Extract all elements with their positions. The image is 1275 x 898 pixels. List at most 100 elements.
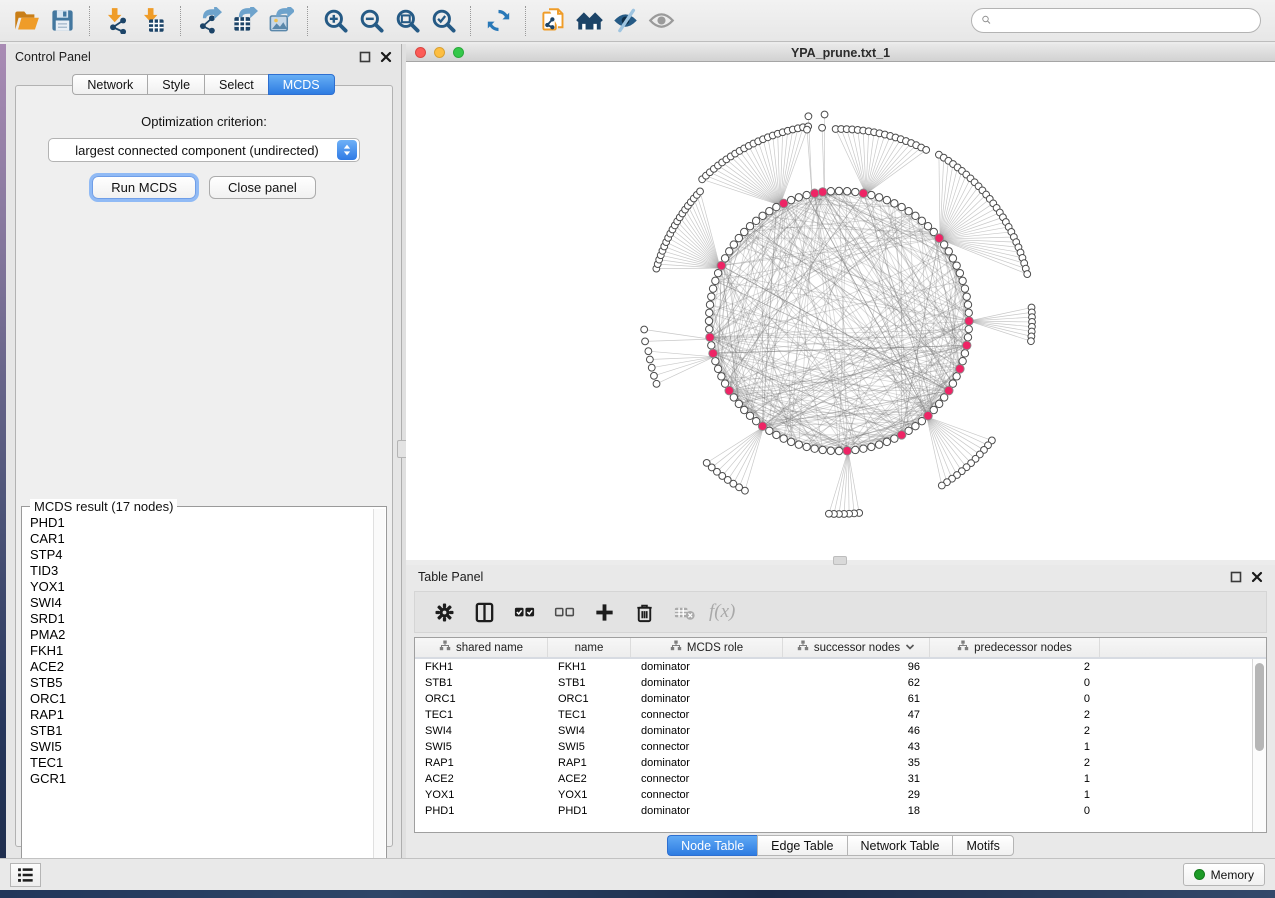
cybrowser-button[interactable] [571,3,607,39]
hide-selected-button[interactable] [607,3,643,39]
graph-node[interactable] [708,342,715,349]
graph-node[interactable] [773,203,780,210]
graph-node[interactable] [706,301,713,308]
graph-node[interactable] [718,373,725,380]
graph-node[interactable] [827,188,834,195]
mcds-result-item[interactable]: STP4 [30,547,372,563]
mcds-result-item[interactable]: YOX1 [30,579,372,595]
graph-node[interactable] [883,196,890,203]
graph-node[interactable] [741,228,748,235]
graph-node[interactable] [706,309,713,316]
tab-node-table[interactable]: Node Table [667,835,757,856]
memory-button[interactable]: Memory [1183,863,1265,886]
tab-network[interactable]: Network [72,74,147,95]
mcds-result-item[interactable]: TEC1 [30,755,372,771]
graph-leaf-node[interactable] [819,124,826,131]
mcds-hub-node[interactable] [818,188,827,197]
graph-node[interactable] [953,373,960,380]
close-panel-button[interactable]: Close panel [209,176,316,199]
open-session-button[interactable] [8,3,44,39]
graph-node[interactable] [746,223,753,230]
delete-column-button[interactable] [629,597,659,627]
graph-leaf-node[interactable] [642,338,649,345]
float-panel-icon[interactable] [359,51,371,63]
mcds-hub-node[interactable] [924,411,933,420]
graph-node[interactable] [959,357,966,364]
graph-node[interactable] [759,212,766,219]
graph-leaf-node[interactable] [645,348,652,355]
graph-leaf-node[interactable] [804,126,811,133]
mcds-result-item[interactable]: CAR1 [30,531,372,547]
graph-leaf-node[interactable] [1024,271,1031,278]
import-table-button[interactable] [135,3,171,39]
graph-node[interactable] [963,293,970,300]
graph-node[interactable] [803,443,810,450]
show-all-button[interactable] [643,3,679,39]
mcds-hub-node[interactable] [935,234,944,243]
graph-node[interactable] [891,435,898,442]
graph-node[interactable] [766,208,773,215]
mcds-result-item[interactable]: ACE2 [30,659,372,675]
mcds-hub-node[interactable] [706,333,715,342]
graph-node[interactable] [843,188,850,195]
graph-node[interactable] [860,445,867,452]
graph-leaf-node[interactable] [648,364,655,371]
graph-node[interactable] [924,223,931,230]
tab-network-table[interactable]: Network Table [847,835,953,856]
graph-node[interactable] [961,350,968,357]
graph-node[interactable] [959,277,966,284]
delete-table-button[interactable] [669,597,699,627]
graph-node[interactable] [949,255,956,262]
graph-node[interactable] [898,203,905,210]
graph-node[interactable] [875,194,882,201]
zoom-fit-button[interactable] [389,3,425,39]
graph-node[interactable] [868,191,875,198]
graph-node[interactable] [891,200,898,207]
tab-motifs[interactable]: Motifs [952,835,1013,856]
graph-leaf-node[interactable] [653,380,660,387]
graph-node[interactable] [730,241,737,248]
search-box[interactable] [971,8,1261,33]
graph-node[interactable] [912,212,919,219]
network-graph[interactable] [406,63,1275,560]
search-input[interactable] [993,14,1251,28]
mcds-result-item[interactable]: PMA2 [30,627,372,643]
run-mcds-button[interactable]: Run MCDS [92,176,196,199]
graph-leaf-node[interactable] [805,113,812,120]
graph-node[interactable] [852,446,859,453]
export-image-button[interactable] [262,3,298,39]
table-row[interactable]: YOX1YOX1connector291 [415,787,1252,803]
graph-node[interactable] [735,400,742,407]
mcds-result-item[interactable]: SWI5 [30,739,372,755]
mcds-result-item[interactable]: SWI4 [30,595,372,611]
refresh-layout-button[interactable] [480,3,516,39]
mcds-hub-node[interactable] [962,341,971,350]
graph-node[interactable] [714,365,721,372]
graph-node[interactable] [918,217,925,224]
deselect-all-rows-button[interactable] [549,597,579,627]
graph-node[interactable] [905,208,912,215]
graph-node[interactable] [773,431,780,438]
graph-node[interactable] [752,217,759,224]
graph-node[interactable] [819,446,826,453]
graph-node[interactable] [964,301,971,308]
network-canvas[interactable] [406,63,1275,560]
zoom-out-button[interactable] [353,3,389,39]
close-table-panel-icon[interactable] [1251,571,1263,583]
graph-node[interactable] [746,412,753,419]
float-table-panel-icon[interactable] [1230,571,1242,583]
import-network-button[interactable] [99,3,135,39]
column-header-shared-name[interactable]: shared name [415,638,548,657]
tab-edge-table[interactable]: Edge Table [757,835,846,856]
graph-node[interactable] [956,269,963,276]
graph-node[interactable] [705,317,712,324]
zoom-selected-button[interactable] [425,3,461,39]
mcds-hub-node[interactable] [956,365,965,374]
table-settings-button[interactable] [429,597,459,627]
graph-node[interactable] [795,194,802,201]
graph-leaf-node[interactable] [641,326,648,333]
graph-node[interactable] [803,191,810,198]
mcds-hub-node[interactable] [717,261,726,270]
task-history-button[interactable] [10,863,41,887]
criterion-dropdown[interactable]: largest connected component (undirected) [48,138,360,162]
